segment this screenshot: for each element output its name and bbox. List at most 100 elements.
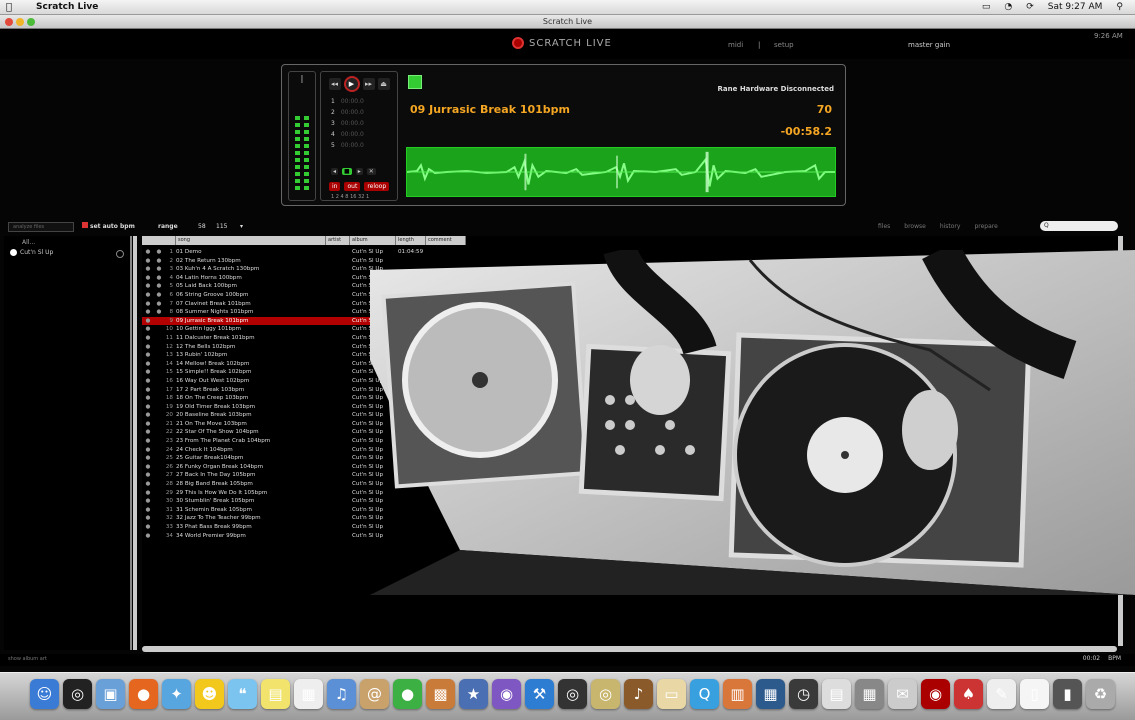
row-song: 31 Schemin Break 105bpm — [176, 506, 252, 513]
row-number: 9 — [169, 317, 173, 324]
range-min[interactable]: 58 — [198, 222, 206, 232]
cards-icon[interactable]: ▥ — [723, 679, 752, 709]
crate-all[interactable]: All... — [4, 236, 130, 246]
album-art-toggle[interactable]: show album art — [8, 656, 47, 662]
firefox-icon[interactable]: ● — [129, 679, 158, 709]
close-icon[interactable] — [5, 18, 13, 26]
midi-button[interactable]: midi — [728, 41, 743, 49]
imovie-icon[interactable]: ★ — [459, 679, 488, 709]
spotlight-icon[interactable]: ⚲ — [1116, 2, 1123, 12]
messenger-icon[interactable]: ☻ — [195, 679, 224, 709]
facetime-icon[interactable]: ● — [393, 679, 422, 709]
cue-point[interactable]: 3 00:00.0 — [331, 120, 397, 127]
crate-scrollbar[interactable] — [133, 236, 137, 650]
list-hscrollbar[interactable] — [142, 646, 1117, 652]
rewind-button[interactable]: ◂◂ — [328, 78, 341, 90]
row-status-icon: ● — [145, 283, 151, 290]
bpm-column-button[interactable]: BPM — [1108, 655, 1121, 662]
quicktime-icon[interactable]: Q — [690, 679, 719, 709]
col-length[interactable]: length — [396, 236, 426, 245]
crate-settings-icon[interactable] — [116, 250, 124, 258]
cue-point[interactable]: 2 00:00.0 — [331, 109, 397, 116]
finder-icon[interactable]: ☺ — [30, 679, 59, 709]
loop-out-button[interactable]: out — [344, 182, 361, 191]
textedit-icon[interactable]: ✎ — [987, 679, 1016, 709]
reloop-button[interactable]: reloop — [364, 182, 390, 191]
tab-history[interactable]: history — [940, 222, 961, 232]
tab-prepare[interactable]: prepare — [974, 222, 997, 232]
mirror-icon[interactable]: ▭ — [982, 2, 991, 12]
stickies-icon[interactable]: ▤ — [261, 679, 290, 709]
row-song: 13 Rubin' 102bpm — [176, 352, 228, 359]
auto-bpm-checkbox[interactable] — [82, 222, 88, 228]
menubar-clock[interactable]: Sat 9:27 AM — [1048, 2, 1103, 12]
dvd-icon[interactable]: ◎ — [558, 679, 587, 709]
col-comment[interactable]: comment — [426, 236, 466, 245]
tab-files[interactable]: files — [878, 222, 890, 232]
scratchlive-icon[interactable]: ◉ — [921, 679, 950, 709]
loop-next-button[interactable]: ▸ — [355, 168, 363, 175]
loop-delete-button[interactable]: ✕ — [366, 168, 376, 175]
script-icon[interactable]: ▮ — [1053, 679, 1082, 709]
guitar-icon[interactable]: ♪ — [624, 679, 653, 709]
waveform-overview[interactable] — [406, 147, 836, 197]
ical-icon[interactable]: ▦ — [294, 679, 323, 709]
xcode-icon[interactable]: ⚒ — [525, 679, 554, 709]
cue-point[interactable]: 5 00:00.0 — [331, 142, 397, 149]
app-menu[interactable]: Scratch Live — [36, 2, 98, 12]
eject-button[interactable]: ⏏ — [377, 78, 390, 90]
play-button[interactable]: ▶ — [343, 76, 360, 92]
timemachine-icon[interactable]: ◷ — [789, 679, 818, 709]
loop-active-button[interactable]: ■ — [342, 168, 352, 175]
loop-prev-button[interactable]: ◂ — [331, 168, 339, 175]
forward-button[interactable]: ▸▸ — [362, 78, 375, 90]
minimize-icon[interactable] — [16, 18, 24, 26]
cue-point[interactable]: 4 00:00.0 — [331, 131, 397, 138]
loop-in-button[interactable]: in — [329, 182, 341, 191]
zoom-icon[interactable] — [27, 18, 35, 26]
row-song: 11 Dalcuster Break 101bpm — [176, 334, 255, 341]
col-artist[interactable]: artist — [326, 236, 350, 245]
row-number: 4 — [169, 274, 173, 281]
header-clock: 9:26 AM — [1094, 32, 1123, 40]
analyze-files-button[interactable]: analyze files — [8, 222, 74, 232]
row-song: 12 The Bells 102bpm — [176, 343, 236, 350]
addressbook-icon[interactable]: @ — [360, 679, 389, 709]
photobooth-icon[interactable]: ◉ — [492, 679, 521, 709]
library-search-input[interactable]: Q — [1040, 221, 1118, 231]
expose-icon[interactable]: ▦ — [756, 679, 785, 709]
cd-icon[interactable]: ◎ — [591, 679, 620, 709]
safari-icon[interactable]: ✦ — [162, 679, 191, 709]
master-gain-label: master gain — [908, 41, 951, 49]
auto-bpm-toggle[interactable]: set auto bpm — [82, 222, 135, 232]
row-song: 05 Laid Back 100bpm — [176, 283, 237, 290]
ichat-icon[interactable]: ❝ — [228, 679, 257, 709]
folder-icon[interactable]: ▭ — [657, 679, 686, 709]
loop-sizes[interactable]: 1 2 4 8 16 32 1 — [331, 194, 369, 200]
tab-browse[interactable]: browse — [904, 222, 926, 232]
itunes-icon[interactable]: ♫ — [327, 679, 356, 709]
range-dropdown-icon[interactable]: ▾ — [240, 222, 243, 232]
dashboard-icon[interactable]: ◎ — [63, 679, 92, 709]
mail-icon[interactable]: ✉ — [888, 679, 917, 709]
range-max[interactable]: 115 — [216, 222, 227, 232]
wifi-icon[interactable]: ◔ — [1004, 2, 1012, 12]
col-status[interactable] — [142, 236, 176, 245]
trash-icon[interactable]: ♻ — [1086, 679, 1115, 709]
col-album[interactable]: album — [350, 236, 396, 245]
document-icon[interactable]: ▤ — [822, 679, 851, 709]
grid-icon[interactable]: ▦ — [855, 679, 884, 709]
col-song[interactable]: song — [176, 236, 326, 245]
preview-icon[interactable]: ▣ — [96, 679, 125, 709]
row-status-icon: ● — [145, 300, 151, 307]
page-icon[interactable]: ▯ — [1020, 679, 1049, 709]
sync-icon[interactable]: ⟳ — [1026, 2, 1034, 12]
crate-item[interactable]: Cut'n Sl Up — [4, 246, 130, 256]
photos-icon[interactable]: ▩ — [426, 679, 455, 709]
row-played-icon — [154, 386, 164, 395]
cue-point[interactable]: 1 00:00.0 — [331, 98, 397, 105]
apple-icon[interactable]:  — [0, 2, 18, 13]
serato-icon[interactable]: ♠ — [954, 679, 983, 709]
setup-button[interactable]: setup — [774, 41, 794, 49]
row-status-icon: ● — [145, 343, 151, 350]
